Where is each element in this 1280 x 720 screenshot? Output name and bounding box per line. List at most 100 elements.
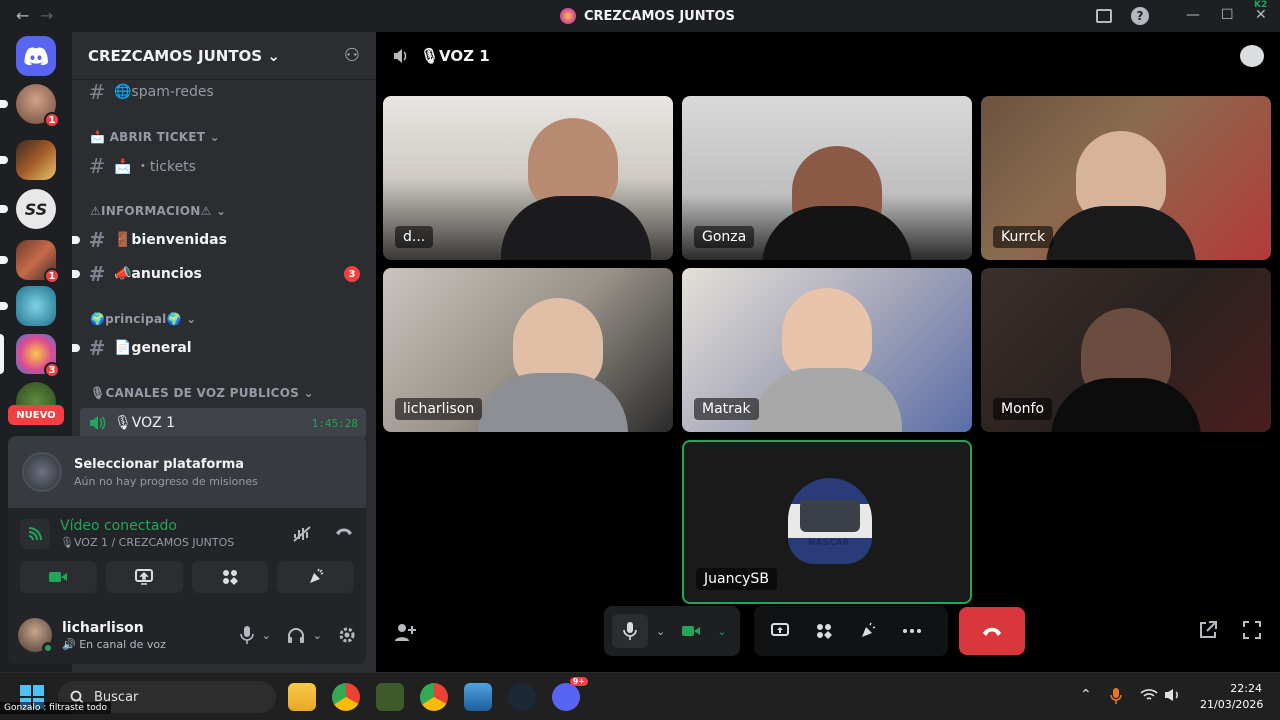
- chrome-profile-icon[interactable]: [420, 683, 448, 711]
- video-tile-speaking[interactable]: NASCAR JuancySB: [682, 440, 972, 604]
- headphones-icon[interactable]: [287, 627, 305, 643]
- server-avatar: SS: [16, 189, 56, 229]
- participant-name: Kurrck: [993, 226, 1054, 248]
- category-informacion[interactable]: ⚠INFORMACION⚠ ⌄: [90, 204, 226, 218]
- file-explorer-icon[interactable]: [288, 683, 316, 711]
- category-principal[interactable]: 🌍principal🌍 ⌄: [90, 312, 196, 326]
- photos-icon[interactable]: [464, 683, 492, 711]
- server-item[interactable]: SS: [0, 189, 56, 229]
- mention-badge: 3: [44, 362, 60, 378]
- connection-status: Vídeo conectado: [60, 518, 177, 534]
- leave-call-button[interactable]: [959, 607, 1025, 655]
- channel-label: 🌐spam-redes: [114, 84, 214, 100]
- chevron-down-icon[interactable]: ⌄: [262, 629, 271, 642]
- noise-suppression-icon[interactable]: [292, 525, 312, 543]
- chevron-down-icon[interactable]: ⌄: [313, 629, 322, 642]
- game-app-icon[interactable]: [376, 683, 404, 711]
- quest-title: Seleccionar plataforma: [74, 456, 245, 472]
- speaker-icon: [394, 49, 407, 63]
- channel-anuncios[interactable]: # 📣anuncios 3: [72, 259, 368, 289]
- pop-out-icon[interactable]: [1198, 620, 1218, 640]
- server-item[interactable]: [0, 286, 56, 326]
- participant-name: licharlison: [395, 398, 483, 420]
- screenshare-icon: [771, 623, 789, 636]
- disconnect-icon[interactable]: [334, 525, 354, 537]
- quest-panel[interactable]: Seleccionar plataforma Aún no hay progre…: [8, 436, 366, 508]
- video-tile[interactable]: Matrak: [682, 268, 972, 432]
- channel-bienvenidas[interactable]: # 🚪bienvenidas: [72, 225, 368, 255]
- server-item[interactable]: 1: [0, 240, 60, 284]
- voice-connection-panel: Vídeo conectado 🎙VOZ 1 / CREZCAMOS JUNTO…: [8, 508, 366, 606]
- voice-channel-title: 🎙VOZ 1: [420, 47, 490, 65]
- new-badge: NUEVO: [8, 405, 64, 425]
- server-header[interactable]: CREZCAMOS JUNTOS ⌄ ⚇: [72, 32, 376, 80]
- more-options-button[interactable]: [894, 614, 930, 648]
- channel-tickets[interactable]: # 📩 ・tickets: [88, 151, 368, 181]
- screenshare-button[interactable]: [762, 614, 798, 648]
- tray-overflow-icon[interactable]: ⌃: [1080, 687, 1092, 703]
- volume-icon[interactable]: [1164, 688, 1182, 702]
- user-avatar[interactable]: [18, 618, 54, 654]
- chrome-icon[interactable]: [332, 683, 360, 711]
- add-member-icon[interactable]: ⚇: [344, 45, 360, 66]
- inbox-icon[interactable]: [1096, 9, 1112, 23]
- forward-arrow-icon[interactable]: →: [40, 6, 53, 25]
- participant-name: JuancySB: [696, 568, 777, 590]
- signal-icon[interactable]: [20, 518, 50, 549]
- category-canales-de-voz[interactable]: 🎙CANALES DE VOZ PUBLICOS ⌄: [90, 386, 314, 400]
- microphone-icon[interactable]: [239, 626, 254, 644]
- camera-button[interactable]: [20, 561, 97, 593]
- hash-icon: #: [88, 228, 106, 252]
- more-dots-icon: [903, 629, 921, 633]
- server-item[interactable]: [0, 140, 56, 180]
- video-tile[interactable]: Monfo: [981, 268, 1271, 432]
- system-clock[interactable]: 22:24 21/03/2026: [1200, 681, 1263, 713]
- server-icon: [560, 8, 576, 24]
- soundboard-icon: [309, 568, 323, 583]
- category-abrir-ticket[interactable]: 📩 ABRIR TICKET ⌄: [90, 130, 220, 144]
- discord-home-icon[interactable]: [16, 36, 56, 76]
- server-item[interactable]: 3: [0, 334, 60, 378]
- help-icon[interactable]: ?: [1131, 7, 1149, 25]
- discord-taskbar-icon[interactable]: 9+: [552, 677, 588, 711]
- wifi-icon[interactable]: [1140, 688, 1158, 702]
- back-arrow-icon[interactable]: ←: [16, 6, 29, 25]
- channel-general[interactable]: # 📄general: [72, 333, 368, 363]
- video-tile[interactable]: d...: [383, 96, 673, 260]
- activities-button[interactable]: [806, 614, 842, 648]
- participant-body: [1046, 206, 1196, 260]
- soundboard-button[interactable]: [850, 614, 886, 648]
- settings-gear-icon[interactable]: [338, 626, 356, 644]
- video-tile[interactable]: licharlison: [383, 268, 673, 432]
- participant-body: [501, 196, 651, 260]
- microphone-in-use-icon[interactable]: [1110, 688, 1122, 704]
- invite-user-icon[interactable]: [394, 622, 416, 642]
- participant-face: [782, 288, 872, 378]
- participant-body: [752, 368, 902, 432]
- chat-bubble-icon[interactable]: [1240, 45, 1264, 67]
- connection-location[interactable]: 🎙VOZ 1 / CREZCAMOS JUNTOS: [60, 536, 234, 549]
- chevron-down-icon: ⌄: [267, 46, 280, 65]
- voice-channel-voz-1[interactable]: 🎙VOZ 1 1:45:28: [80, 408, 366, 438]
- screenshare-button[interactable]: [105, 561, 183, 593]
- video-tile[interactable]: Gonza: [682, 96, 972, 260]
- hang-up-icon: [983, 627, 1001, 636]
- server-item[interactable]: 1: [0, 84, 60, 128]
- camera-toggle-button[interactable]: [673, 614, 709, 648]
- fullscreen-icon[interactable]: [1242, 620, 1262, 640]
- soundboard-button[interactable]: [277, 561, 354, 593]
- mention-badge: 3: [344, 266, 360, 282]
- activities-button[interactable]: [191, 561, 269, 593]
- minimize-icon[interactable]: —: [1186, 7, 1200, 23]
- mention-badge: 1: [44, 112, 60, 128]
- hash-icon: #: [88, 154, 106, 178]
- channel-label: 📣anuncios: [114, 266, 202, 282]
- chevron-down-icon[interactable]: ⌄: [717, 625, 726, 638]
- mute-button[interactable]: [612, 614, 648, 648]
- video-tile[interactable]: Kurrck: [981, 96, 1271, 260]
- channel-spam-redes[interactable]: # 🌐spam-redes: [88, 77, 368, 107]
- chevron-down-icon[interactable]: ⌄: [656, 625, 665, 638]
- maximize-icon[interactable]: ☐: [1221, 7, 1234, 23]
- steam-icon[interactable]: [508, 683, 536, 711]
- discord-logo-icon: [24, 47, 48, 65]
